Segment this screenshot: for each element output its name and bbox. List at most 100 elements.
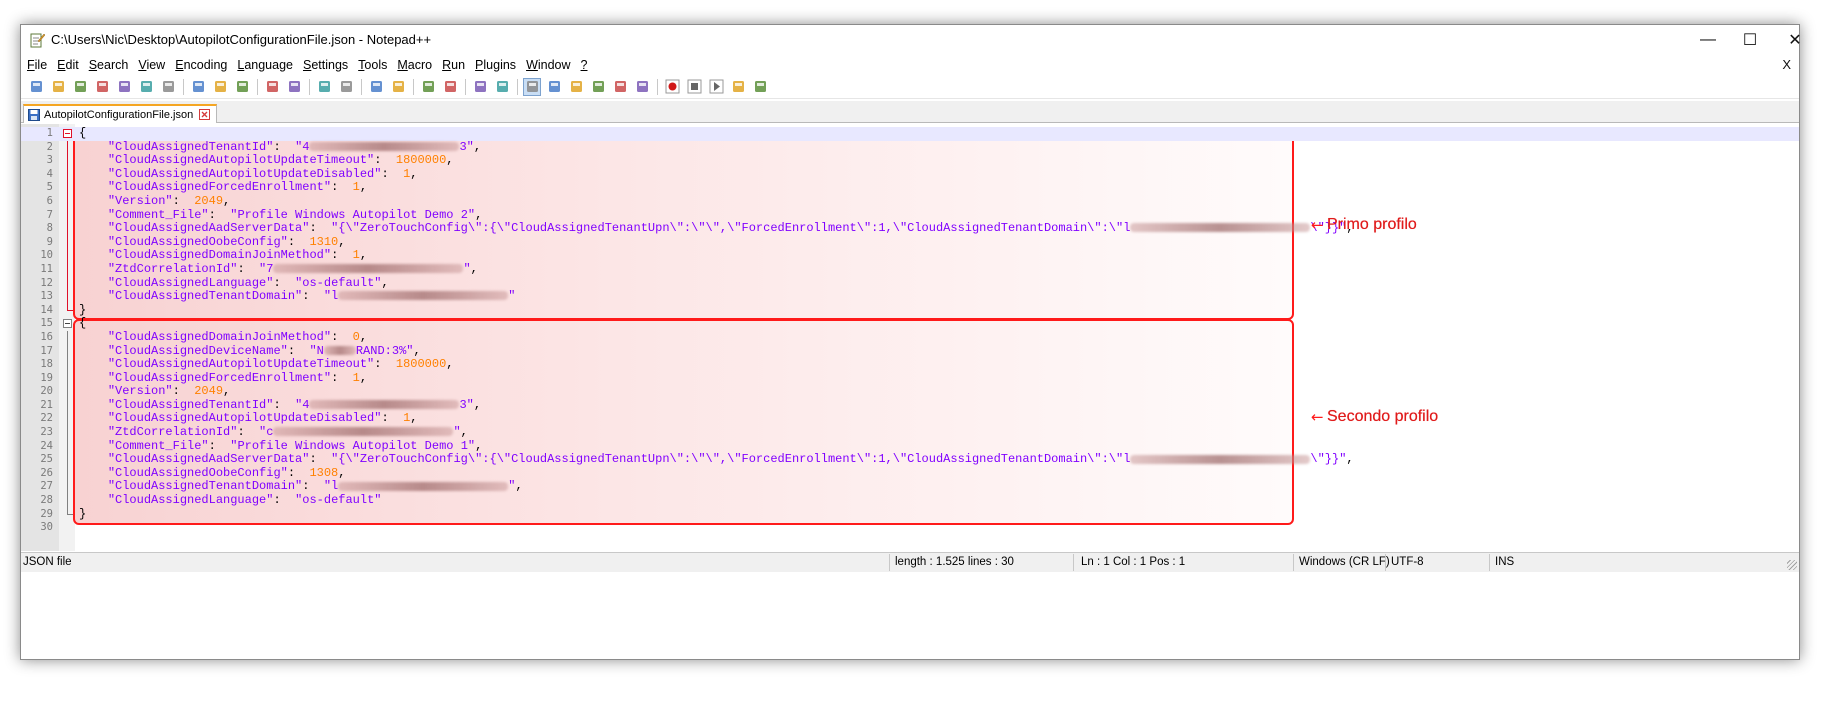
code-line[interactable]: 17 "CloudAssignedDeviceName": "N RAND:3%"… bbox=[21, 344, 1799, 359]
code-line[interactable]: 5 "CloudAssignedForcedEnrollment": 1, bbox=[21, 181, 1799, 195]
json-punctuation: : bbox=[287, 465, 310, 480]
menu-item[interactable]: Settings bbox=[303, 58, 348, 72]
code-line[interactable]: 26 "CloudAssignedOobeConfig": 1308, bbox=[21, 465, 1799, 481]
status-eol[interactable]: Windows (CR LF) bbox=[1299, 556, 1390, 568]
json-punctuation bbox=[79, 493, 108, 507]
code-line[interactable]: 24 "Comment_File": "Profile Windows Auto… bbox=[21, 439, 1799, 454]
json-punctuation: : bbox=[237, 425, 260, 440]
folder-workspace-icon[interactable] bbox=[611, 78, 629, 96]
tab-autopilot-configuration-file[interactable]: AutopilotConfigurationFile.json bbox=[23, 104, 218, 123]
fold-guide-line bbox=[67, 439, 68, 454]
menu-item[interactable]: Encoding bbox=[175, 58, 227, 72]
save-all-icon[interactable] bbox=[93, 78, 111, 96]
run-macro-multiple-icon[interactable] bbox=[729, 78, 747, 96]
cut-icon[interactable] bbox=[189, 78, 207, 96]
menu-item[interactable]: View bbox=[138, 58, 165, 72]
code-line[interactable]: 2 "CloudAssignedTenantId": "4 3", bbox=[21, 140, 1799, 155]
resize-grip-icon[interactable] bbox=[1787, 560, 1797, 570]
play-macro-icon[interactable] bbox=[707, 78, 725, 96]
menu-item[interactable]: Language bbox=[237, 58, 293, 72]
udl-icon[interactable] bbox=[545, 78, 563, 96]
minimize-icon: — bbox=[1700, 31, 1716, 48]
code-line[interactable]: 11 "ZtdCorrelationId": "7 ", bbox=[21, 261, 1799, 277]
stop-macro-icon[interactable] bbox=[685, 78, 703, 96]
code-line[interactable]: 30 bbox=[21, 521, 1799, 535]
code-line[interactable]: 18 "CloudAssignedAutopilotUpdateTimeout"… bbox=[21, 357, 1799, 372]
code-line[interactable]: 21 "CloudAssignedTenantId": "4 3", bbox=[21, 397, 1799, 413]
code-line[interactable]: 29} bbox=[21, 507, 1799, 522]
code-line[interactable]: 3 "CloudAssignedAutopilotUpdateTimeout":… bbox=[21, 153, 1799, 168]
code-line[interactable]: 22 "CloudAssignedAutopilotUpdateDisabled… bbox=[21, 412, 1799, 427]
code-line[interactable]: 20 "Version": 2049, bbox=[21, 384, 1799, 399]
close-document-button[interactable]: X bbox=[1782, 57, 1791, 72]
close-icon[interactable] bbox=[115, 78, 133, 96]
json-string: "CloudAssignedAutopilotUpdateTimeout" bbox=[107, 153, 375, 168]
menu-item[interactable]: Run bbox=[442, 58, 465, 72]
close-window-button[interactable]: ✕ bbox=[1772, 25, 1818, 55]
code-line[interactable]: 15 { bbox=[21, 317, 1799, 331]
fold-toggle-icon[interactable] bbox=[63, 319, 72, 329]
maximize-button[interactable]: ☐ bbox=[1727, 25, 1773, 55]
paste-icon[interactable] bbox=[233, 78, 251, 96]
save-macro-icon[interactable] bbox=[751, 78, 769, 96]
code-line[interactable]: 25 "CloudAssignedAadServerData": "{\"Zer… bbox=[21, 452, 1799, 467]
code-line[interactable]: 19 "CloudAssignedForcedEnrollment": 1, bbox=[21, 371, 1799, 386]
record-macro-icon[interactable] bbox=[663, 78, 681, 96]
code-line[interactable]: 27 "CloudAssignedTenantDomain": "l ", bbox=[21, 480, 1799, 495]
code-line[interactable]: 23 "ZtdCorrelationId": "c ", bbox=[21, 425, 1799, 440]
json-punctuation: , bbox=[470, 261, 478, 276]
zoom-out-icon[interactable] bbox=[389, 78, 407, 96]
editor-area[interactable]: 1{2 "CloudAssignedTenantId": "4 3", 3 "Clo… bbox=[21, 124, 1799, 551]
code-text: "CloudAssignedTenantDomain": "l " bbox=[79, 289, 516, 304]
minimize-button[interactable]: — bbox=[1685, 25, 1731, 55]
find-icon[interactable] bbox=[315, 78, 333, 96]
word-wrap-icon[interactable] bbox=[471, 78, 489, 96]
code-line[interactable]: 14} bbox=[21, 303, 1799, 318]
show-all-chars-icon[interactable] bbox=[493, 78, 511, 96]
redo-icon[interactable] bbox=[285, 78, 303, 96]
menu-item[interactable]: File bbox=[27, 58, 47, 72]
close-all-icon[interactable] bbox=[137, 78, 155, 96]
code-line[interactable]: 10 "CloudAssignedDomainJoinMethod": 1, bbox=[21, 249, 1799, 263]
code-line[interactable]: 8 "CloudAssignedAadServerData": "{\"Zero… bbox=[21, 221, 1799, 236]
menu-item[interactable]: Edit bbox=[57, 58, 79, 72]
line-number: 24 bbox=[40, 439, 53, 452]
code-line[interactable]: 28 "CloudAssignedLanguage": "os-default" bbox=[21, 493, 1799, 508]
status-position: Ln : 1 Col : 1 Pos : 1 bbox=[1081, 556, 1186, 568]
undo-icon[interactable] bbox=[263, 78, 281, 96]
menu-item[interactable]: Macro bbox=[397, 58, 432, 72]
code-line[interactable]: 7 "Comment_File": "Profile Windows Autop… bbox=[21, 208, 1799, 223]
print-icon[interactable] bbox=[159, 78, 177, 96]
function-list-icon[interactable] bbox=[589, 78, 607, 96]
menu-item[interactable]: Window bbox=[526, 58, 570, 72]
status-encoding[interactable]: UTF-8 bbox=[1391, 556, 1424, 568]
sync-vertical-icon[interactable] bbox=[419, 78, 437, 96]
json-string: " bbox=[453, 425, 461, 440]
sync-horizontal-icon[interactable] bbox=[441, 78, 459, 96]
code-line[interactable]: 1{ bbox=[21, 126, 1799, 141]
json-punctuation: , bbox=[473, 397, 482, 412]
monitor-icon[interactable] bbox=[633, 78, 651, 96]
menu-item[interactable]: Tools bbox=[358, 58, 387, 72]
open-file-icon[interactable] bbox=[49, 78, 67, 96]
code-line[interactable]: 12 "CloudAssignedLanguage": "os-default"… bbox=[21, 276, 1799, 291]
code-line[interactable]: 16 "CloudAssignedDomainJoinMethod": 0, bbox=[21, 330, 1799, 345]
menu-item[interactable]: ? bbox=[581, 58, 588, 72]
code-line[interactable]: 13 "CloudAssignedTenantDomain": "l " bbox=[21, 289, 1799, 304]
copy-icon[interactable] bbox=[211, 78, 229, 96]
indent-guide-icon[interactable] bbox=[523, 77, 541, 96]
save-icon[interactable] bbox=[71, 78, 89, 96]
doc-map-icon[interactable] bbox=[567, 78, 585, 96]
menu-item[interactable]: Search bbox=[89, 58, 129, 72]
code-line[interactable]: 6 "Version": 2049, bbox=[21, 194, 1799, 209]
replace-icon[interactable] bbox=[337, 78, 355, 96]
new-file-icon[interactable] bbox=[27, 78, 45, 96]
menu-item[interactable]: Plugins bbox=[475, 58, 516, 72]
code-line[interactable]: 9 "CloudAssignedOobeConfig": 1310, bbox=[21, 235, 1799, 250]
status-insert-mode[interactable]: INS bbox=[1495, 556, 1514, 568]
json-punctuation: : bbox=[331, 248, 353, 263]
code-line[interactable]: 4 "CloudAssignedAutopilotUpdateDisabled"… bbox=[21, 167, 1799, 182]
zoom-in-icon[interactable] bbox=[367, 78, 385, 96]
fold-toggle-icon[interactable] bbox=[63, 129, 72, 138]
close-tab-icon[interactable] bbox=[199, 109, 211, 120]
